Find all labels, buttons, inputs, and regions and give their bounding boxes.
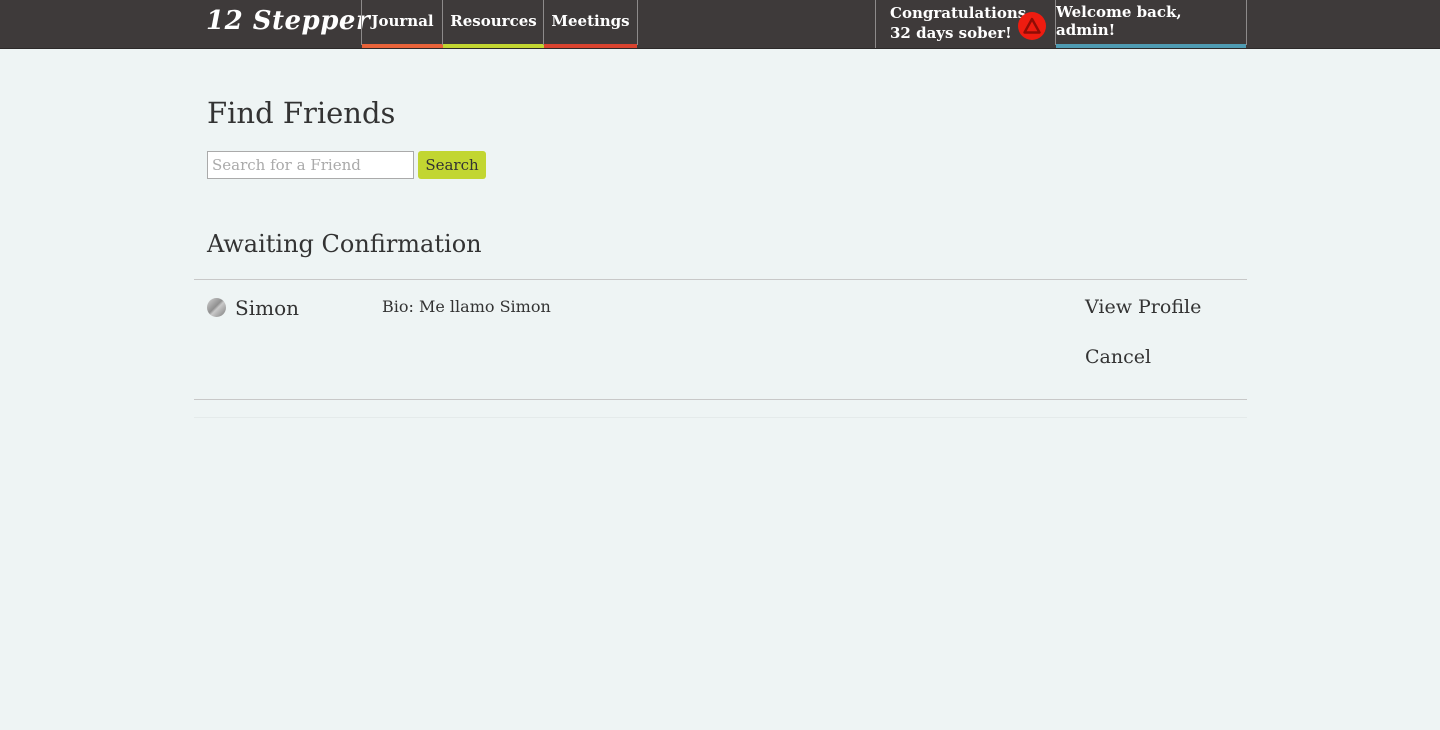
welcome-label: Welcome back, admin! <box>1056 2 1182 39</box>
friend-bio: Bio: Me llamo Simon <box>382 297 551 316</box>
top-navigation-bar: 12 Stepper Journal Resources Meetings Co… <box>0 0 1440 49</box>
triangle-glyph <box>1023 17 1041 34</box>
app-logo[interactable]: 12 Stepper <box>206 6 370 36</box>
nav-meetings-accent <box>544 44 637 48</box>
nav-journal-label: Journal <box>371 11 434 30</box>
cancel-request-link[interactable]: Cancel <box>1085 346 1151 368</box>
nav-resources-accent <box>443 44 544 48</box>
awaiting-confirmation-heading: Awaiting Confirmation <box>207 230 482 258</box>
divider <box>194 399 1247 400</box>
avatar <box>207 298 226 317</box>
nav-resources-label: Resources <box>450 11 537 30</box>
sobriety-counter: Congratulations, 32 days sober! <box>875 0 1056 48</box>
view-profile-link[interactable]: View Profile <box>1085 296 1201 318</box>
nav-journal-accent <box>362 44 443 48</box>
welcome-user-menu[interactable]: Welcome back, admin! <box>1055 0 1247 48</box>
friend-search-input[interactable] <box>207 151 414 179</box>
page-title: Find Friends <box>207 96 396 130</box>
nav-meetings[interactable]: Meetings <box>543 0 638 48</box>
divider <box>194 279 1247 280</box>
warning-triangle-icon[interactable] <box>1018 12 1046 40</box>
welcome-accent <box>1056 44 1246 48</box>
nav-journal[interactable]: Journal <box>361 0 443 48</box>
divider <box>194 417 1247 418</box>
nav-resources[interactable]: Resources <box>442 0 544 48</box>
search-button[interactable]: Search <box>418 151 486 179</box>
friend-name[interactable]: Simon <box>235 296 299 320</box>
nav-meetings-label: Meetings <box>551 11 630 30</box>
